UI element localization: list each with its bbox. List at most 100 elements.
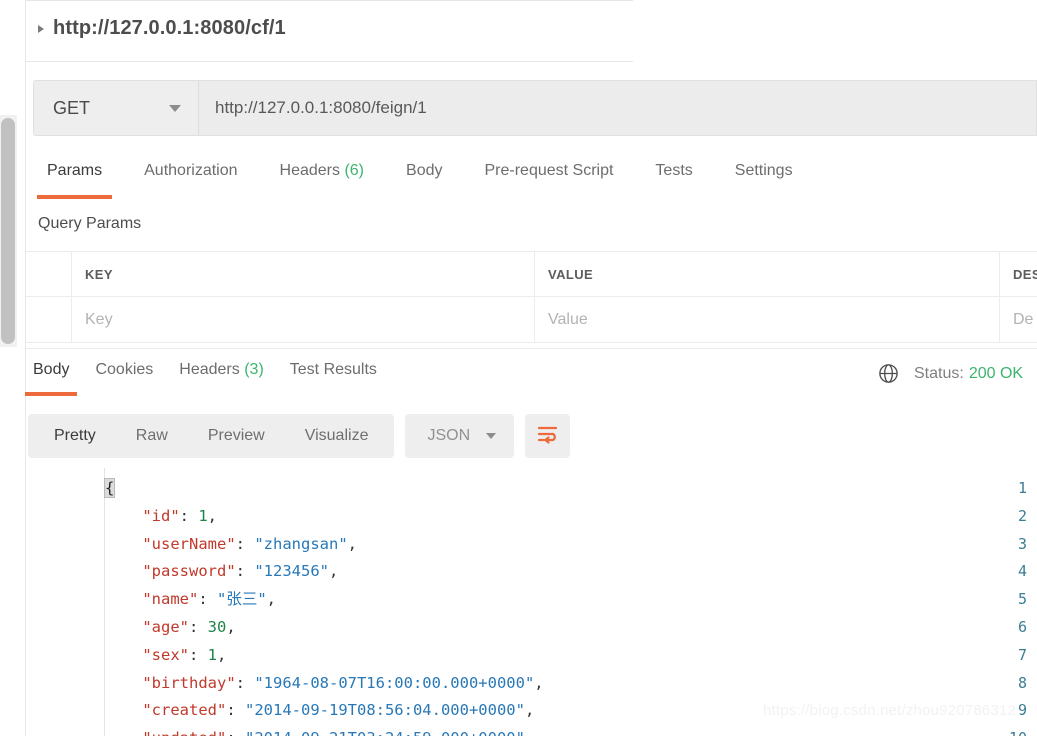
code-token: , (328, 562, 339, 581)
table-bottom-divider (26, 348, 1037, 349)
code-token: "age" (142, 618, 189, 636)
tab-body-label: Body (406, 162, 443, 179)
code-token: : (198, 590, 217, 609)
code-token: : (235, 562, 255, 581)
code-token: { (103, 478, 116, 498)
chevron-down-icon[interactable] (486, 433, 497, 439)
code-token: "1964-08-07T16:00:00.000+0000" (254, 673, 535, 692)
tab-settings[interactable]: Settings (714, 158, 814, 199)
code-token: : (235, 673, 255, 692)
code-token: , (534, 673, 544, 692)
code-line: "userName": "zhangsan", (105, 535, 357, 553)
code-token: "zhangsan" (254, 534, 348, 553)
tab-headers-label: Headers (279, 162, 340, 179)
triangle-right-icon[interactable] (38, 24, 44, 33)
response-body-code[interactable]: 12345678910 { "id": 1, "userName": "zhan… (26, 468, 1037, 736)
status-value: 200 OK (968, 364, 1024, 382)
view-mode-raw[interactable]: Raw (116, 414, 188, 458)
row-checkbox-cell[interactable] (26, 297, 72, 342)
code-line: "created": "2014-09-19T08:56:04.000+0000… (105, 701, 534, 719)
word-wrap-icon (536, 424, 560, 449)
line-number-gutter (26, 468, 105, 736)
view-mode-visualize[interactable]: Visualize (285, 414, 389, 458)
code-line: { (103, 478, 116, 498)
chevron-down-icon[interactable] (169, 104, 181, 112)
word-wrap-button[interactable] (525, 414, 571, 458)
code-token: "张三" (217, 590, 267, 609)
request-title-bar: http://127.0.0.1:8080/cf/1 (26, 0, 633, 62)
outer-scrollbar-thumb[interactable] (1, 118, 15, 344)
response-tab-cookies-label: Cookies (95, 361, 154, 378)
header-key-label: KEY (85, 266, 113, 282)
query-params-heading: Query Params (38, 215, 142, 232)
code-token: , (525, 729, 534, 736)
header-description-label: DES (1013, 266, 1037, 282)
code-token: "updated" (142, 729, 226, 736)
tab-pre-request-script-label: Pre-request Script (484, 162, 614, 179)
response-tab-test-results[interactable]: Test Results (277, 358, 390, 396)
url-input[interactable]: http://127.0.0.1:8080/feign/1 (199, 80, 1037, 136)
status-label: Status: (914, 364, 964, 382)
response-tabs: Body Cookies Headers (3) Test Results (20, 358, 390, 396)
row-value-cell[interactable]: Value (535, 297, 1000, 342)
code-token: 1 (207, 645, 218, 664)
code-line: "password": "123456", (105, 562, 338, 580)
request-tabs: Params Authorization Headers (6) Body Pr… (26, 158, 814, 202)
code-token: : (235, 534, 255, 553)
view-mode-group: Pretty Raw Preview Visualize (28, 414, 395, 458)
row-key-cell[interactable]: Key (72, 297, 535, 342)
response-tab-test-results-label: Test Results (289, 361, 377, 378)
response-status-cluster: Status: 200 OK (877, 362, 1023, 385)
response-tab-headers-label: Headers (179, 361, 240, 378)
code-token: "2014-09-19T08:56:04.000+0000" (245, 701, 525, 720)
postman-window: http://127.0.0.1:8080/cf/1 GET http://12… (0, 0, 1037, 736)
code-token: , (226, 618, 236, 636)
tab-authorization[interactable]: Authorization (123, 158, 258, 199)
response-tab-body[interactable]: Body (20, 358, 82, 396)
code-line: "birthday": "1964-08-07T16:00:00.000+000… (105, 673, 544, 692)
tab-params-label: Params (47, 162, 103, 179)
table-row: Key Value De (26, 297, 1037, 343)
tab-pre-request-script[interactable]: Pre-request Script (463, 158, 634, 199)
code-token: "created" (142, 701, 227, 720)
format-select[interactable]: JSON (405, 414, 515, 458)
url-input-value: http://127.0.0.1:8080/feign/1 (215, 98, 427, 117)
response-tab-headers-count: (3) (244, 361, 264, 378)
globe-icon (877, 362, 900, 385)
tab-tests[interactable]: Tests (634, 158, 713, 199)
code-token: : (179, 506, 199, 525)
tab-body[interactable]: Body (385, 158, 463, 199)
row-description-cell[interactable]: De (1000, 297, 1037, 342)
header-description-cell: DES (1000, 252, 1037, 296)
code-token: "2014-09-21T03:24:59.000+0000" (245, 729, 525, 736)
watermark: https://blog.csdn.net/zhou920786312 (763, 702, 1017, 719)
code-token: "birthday" (142, 673, 236, 692)
format-select-label: JSON (427, 427, 471, 444)
table-header-row: KEY VALUE DES (26, 252, 1037, 297)
response-tab-cookies[interactable]: Cookies (82, 358, 166, 396)
view-mode-pretty[interactable]: Pretty (34, 414, 116, 458)
response-tab-body-label: Body (33, 361, 70, 378)
code-token: : (226, 729, 245, 736)
header-checkbox-cell (26, 252, 72, 296)
code-token: , (347, 534, 357, 553)
response-tab-headers[interactable]: Headers (3) (166, 358, 277, 396)
header-value-label: VALUE (548, 266, 594, 282)
view-mode-preview[interactable]: Preview (188, 414, 285, 458)
code-token: "id" (142, 506, 180, 525)
header-value-cell: VALUE (535, 252, 1000, 296)
request-title-row[interactable]: http://127.0.0.1:8080/cf/1 (38, 17, 286, 40)
tab-headers[interactable]: Headers (6) (259, 158, 386, 199)
code-token: : (189, 645, 208, 664)
tab-settings-label: Settings (734, 162, 793, 179)
key-input-placeholder: Key (85, 310, 113, 328)
code-line: "updated": "2014-09-21T03:24:59.000+0000… (105, 729, 534, 736)
code-token: 30 (207, 618, 227, 636)
tab-params[interactable]: Params (26, 158, 123, 199)
http-method-select[interactable]: GET (33, 80, 199, 136)
code-line: "id": 1, (105, 507, 217, 525)
http-method-label: GET (53, 97, 91, 118)
